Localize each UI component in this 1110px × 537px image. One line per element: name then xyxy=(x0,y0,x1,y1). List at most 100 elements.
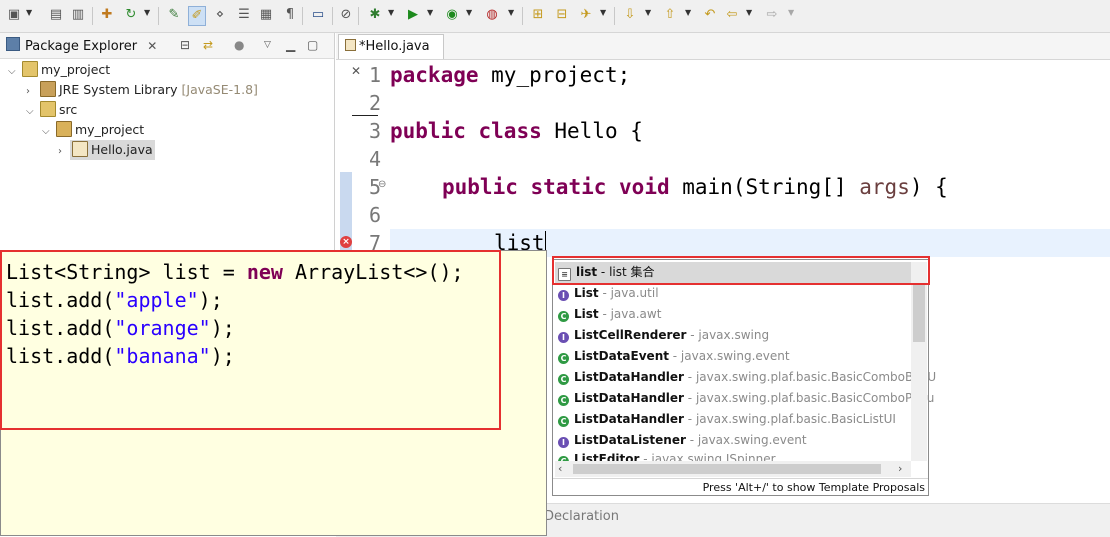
show-source-icon[interactable]: ▦ xyxy=(258,6,274,24)
close-icon[interactable]: ✕ xyxy=(147,39,157,53)
run-icon[interactable]: ▶ xyxy=(405,6,421,24)
search-dropdown-arrow[interactable]: ▼ xyxy=(600,8,606,17)
source-folder-icon xyxy=(40,101,56,117)
save-all-icon[interactable]: ▥ xyxy=(70,6,86,24)
code-text: Hello { xyxy=(541,119,643,143)
scroll-right-icon[interactable]: › xyxy=(898,462,902,475)
proposal-detail: - javax.swing.plaf.basic.BasicComboPopu xyxy=(683,391,935,405)
proposal-item[interactable]: I ListDataListener - javax.swing.event xyxy=(558,430,807,451)
collapsed-icon[interactable]: › xyxy=(26,82,38,102)
proposal-name: ListCellRenderer xyxy=(574,328,687,342)
proposal-detail: - javax.swing xyxy=(686,328,770,342)
tree-item-package[interactable]: ⌵ my_project xyxy=(42,120,144,140)
coverage-dropdown-arrow[interactable]: ▼ xyxy=(466,8,472,17)
tree-item-jre[interactable]: › JRE System Library [JavaSE-1.8] xyxy=(26,80,258,100)
code-line-1[interactable]: package my_project; xyxy=(390,61,630,89)
package-explorer-tab[interactable]: Package Explorer ✕ xyxy=(6,36,157,57)
debug-icon[interactable]: ✱ xyxy=(367,6,383,24)
debug-dropdown-arrow[interactable]: ▼ xyxy=(388,8,394,17)
expanded-icon[interactable]: ⌵ xyxy=(26,102,38,122)
proposal-item[interactable]: C ListDataHandler - javax.swing.plaf.basi… xyxy=(558,409,896,430)
pilcrow-icon[interactable]: ¶ xyxy=(282,6,298,24)
tree-item-project[interactable]: ⌵ my_project xyxy=(8,60,110,80)
proposal-detail: - javax.swing.JSpinner xyxy=(639,452,776,461)
search-icon[interactable]: ✈ xyxy=(578,6,594,24)
collapse-all-icon[interactable]: ⊟ xyxy=(180,37,190,53)
save-icon[interactable]: ▤ xyxy=(48,6,64,24)
vertical-scrollbar-thumb[interactable] xyxy=(913,284,925,342)
build-icon[interactable]: ✚ xyxy=(99,6,115,24)
console-icon[interactable]: ▭ xyxy=(310,6,326,24)
previous-annotation-icon[interactable]: ⇧ xyxy=(662,6,678,24)
proposal-detail: - java.util xyxy=(598,286,659,300)
link-with-editor-icon[interactable]: ⇄ xyxy=(203,37,213,53)
proposal-item[interactable]: I ListCellRenderer - javax.swing xyxy=(558,325,769,346)
proposal-detail: - javax.swing.plaf.basic.BasicListUI xyxy=(683,412,896,426)
proposal-name: ListDataEvent xyxy=(574,349,669,363)
code-line-3[interactable]: public class Hello { xyxy=(390,117,643,145)
interface-icon: I xyxy=(558,332,569,343)
package-explorer-title: Package Explorer xyxy=(25,39,138,54)
refresh-icon[interactable]: ↻ xyxy=(123,6,139,24)
last-edit-location-icon[interactable]: ↶ xyxy=(702,6,718,24)
proposal-name: ListDataHandler xyxy=(574,370,684,384)
coverage-icon[interactable]: ◉ xyxy=(444,6,460,24)
next-annotation-dropdown-arrow[interactable]: ▼ xyxy=(645,8,651,17)
horizontal-scrollbar-thumb[interactable] xyxy=(573,464,881,474)
proposal-detail: - javax.swing.plaf.basic.BasicComboBoxU xyxy=(683,370,937,384)
line-number: 6 xyxy=(368,203,381,227)
keyword: package xyxy=(390,63,479,87)
next-annotation-icon[interactable]: ⇩ xyxy=(622,6,638,24)
tree-item-label: my_project xyxy=(41,62,111,77)
proposal-item[interactable]: C ListDataEvent - javax.swing.event xyxy=(558,346,790,367)
interface-icon: I xyxy=(558,437,569,448)
proposal-detail: - javax.swing.event xyxy=(685,433,807,447)
proposal-item[interactable]: C ListDataHandler - javax.swing.plaf.basi… xyxy=(558,388,934,409)
forward-dropdown-arrow[interactable]: ▼ xyxy=(788,8,794,17)
forward-icon[interactable]: ⇨ xyxy=(764,6,780,24)
line-number: 5 xyxy=(368,175,381,199)
external-tools-dropdown-arrow[interactable]: ▼ xyxy=(508,8,514,17)
back-dropdown-arrow[interactable]: ▼ xyxy=(746,8,752,17)
open-folder-icon[interactable]: ⊟ xyxy=(554,6,570,24)
view-menu-icon[interactable]: ▽ xyxy=(264,37,271,53)
expanded-icon[interactable]: ⌵ xyxy=(8,62,20,82)
run-dropdown-arrow[interactable]: ▼ xyxy=(427,8,433,17)
whitespace-icon[interactable]: ⋄ xyxy=(212,6,228,24)
tree-item-decoration: [JavaSE-1.8] xyxy=(181,82,258,97)
tree-item-src[interactable]: ⌵ src xyxy=(26,100,77,120)
open-type-icon[interactable]: ⊞ xyxy=(530,6,546,24)
proposal-item[interactable]: C ListDataHandler - javax.swing.plaf.basi… xyxy=(558,367,936,388)
class-icon: C xyxy=(558,395,569,406)
previous-annotation-dropdown-arrow[interactable]: ▼ xyxy=(685,8,691,17)
proposal-name: List xyxy=(574,286,599,300)
expanded-icon[interactable]: ⌵ xyxy=(42,122,54,142)
back-icon[interactable]: ⇦ xyxy=(724,6,740,24)
toggle-mark-icon[interactable]: ✎ xyxy=(166,6,182,24)
minimize-icon[interactable]: ▁ xyxy=(286,37,295,53)
keyword: public xyxy=(390,119,466,143)
scroll-left-icon[interactable]: ‹ xyxy=(558,462,562,475)
skip-breakpoints-icon[interactable]: ⊘ xyxy=(338,6,354,24)
code-line-5[interactable]: public static void main(String[] args) { xyxy=(442,173,948,201)
declaration-tab[interactable]: Declaration xyxy=(544,509,619,524)
focus-icon[interactable]: ● xyxy=(234,37,244,53)
refresh-dropdown-arrow[interactable]: ▼ xyxy=(144,8,150,17)
maximize-icon[interactable]: ▢ xyxy=(307,37,318,53)
new-dropdown-arrow[interactable]: ▼ xyxy=(26,8,32,17)
new-icon[interactable]: ▣ xyxy=(6,6,22,24)
parameter-name: args xyxy=(859,175,910,199)
highlight-icon[interactable]: ✐ xyxy=(188,6,206,26)
block-selection-icon[interactable]: ☰ xyxy=(236,6,252,24)
java-file-icon xyxy=(345,39,356,51)
proposal-item[interactable]: I List - java.util xyxy=(558,283,659,304)
proposal-detail: - javax.swing.event xyxy=(668,349,790,363)
proposal-item[interactable]: CListEditor - javax.swing.JSpinner xyxy=(558,451,776,461)
tree-item-hello-java[interactable]: › Hello.java xyxy=(58,140,155,160)
external-tools-icon[interactable]: ◍ xyxy=(484,6,500,24)
tree-item-label: my_project xyxy=(75,122,145,137)
toolbar-separator xyxy=(614,7,615,25)
collapsed-icon[interactable]: › xyxy=(58,142,70,162)
editor-tab-hello-java[interactable]: *Hello.java ✕ xyxy=(338,34,444,78)
proposal-item[interactable]: C List - java.awt xyxy=(558,304,661,325)
